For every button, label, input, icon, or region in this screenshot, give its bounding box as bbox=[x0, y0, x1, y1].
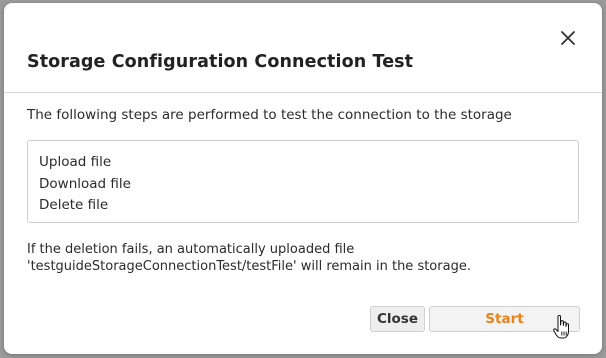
deletion-note-line-1: If the deletion fails, an automatically … bbox=[27, 242, 355, 257]
step-download-file: Download file bbox=[39, 176, 131, 192]
step-delete-file: Delete file bbox=[39, 197, 109, 213]
intro-text: The following steps are performed to tes… bbox=[27, 107, 512, 123]
steps-list: Upload file Download file Delete file bbox=[27, 140, 579, 223]
dialog-title: Storage Configuration Connection Test bbox=[27, 52, 414, 72]
hand-pointer-icon bbox=[553, 315, 569, 339]
deletion-note-line-2: 'testguideStorageConnectionTest/testFile… bbox=[27, 259, 471, 274]
close-button[interactable]: Close bbox=[370, 306, 425, 332]
close-icon[interactable] bbox=[560, 30, 576, 46]
header-divider bbox=[4, 92, 602, 93]
step-upload-file: Upload file bbox=[39, 154, 112, 170]
deletion-note: If the deletion fails, an automatically … bbox=[27, 241, 471, 275]
storage-connection-test-dialog: Storage Configuration Connection Test Th… bbox=[4, 3, 602, 354]
